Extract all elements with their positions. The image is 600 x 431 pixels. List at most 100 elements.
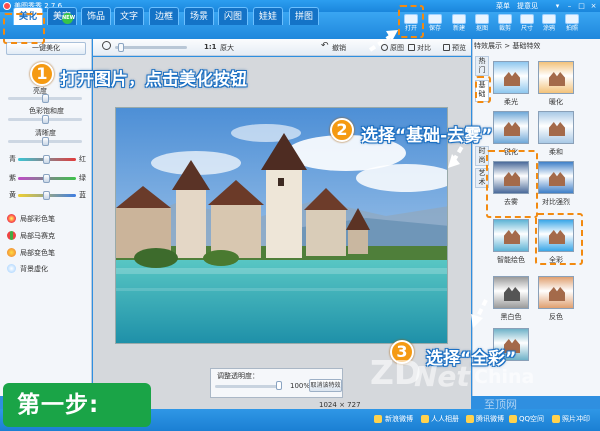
app-logo-icon bbox=[3, 2, 11, 10]
effect-label: 智能绘色 bbox=[497, 256, 525, 264]
original-size-button[interactable]: 原大 bbox=[220, 43, 234, 53]
renren-icon bbox=[421, 415, 429, 423]
effect-black-white[interactable] bbox=[493, 276, 529, 309]
effect-high-contrast[interactable] bbox=[538, 161, 574, 194]
sharpness-slider[interactable] bbox=[8, 137, 82, 146]
transparency-slider[interactable] bbox=[215, 385, 281, 388]
transparency-label: 调整透明度： bbox=[217, 372, 259, 380]
minimize-icon[interactable]: – bbox=[565, 2, 574, 10]
slider-knob[interactable] bbox=[43, 174, 50, 183]
maximize-icon[interactable]: □ bbox=[577, 2, 586, 10]
effect-invert[interactable] bbox=[538, 276, 574, 309]
thumb-castle-icon bbox=[549, 122, 565, 136]
watermark-china: China bbox=[474, 366, 535, 388]
thumb-castle-icon bbox=[504, 230, 520, 244]
local-color-pen[interactable]: 局部彩色笔 bbox=[20, 214, 55, 224]
save-icon bbox=[428, 14, 442, 24]
slider-knob[interactable] bbox=[42, 137, 49, 146]
yellow-label: 黄 bbox=[9, 191, 16, 199]
undo-icon: ↶ bbox=[321, 41, 329, 51]
compare-button[interactable]: 对比 bbox=[417, 43, 431, 53]
camera-icon bbox=[565, 14, 579, 24]
camera-button[interactable]: 拍照 bbox=[561, 13, 583, 37]
background-blur[interactable]: 背景虚化 bbox=[20, 264, 48, 274]
show-original-button[interactable]: 原图 bbox=[390, 43, 404, 53]
effect-label: 暖化 bbox=[549, 98, 563, 106]
zoom-slider[interactable] bbox=[115, 46, 187, 49]
thumb-castle-icon bbox=[549, 72, 565, 86]
share-qzone[interactable]: QQ空间 bbox=[519, 414, 544, 424]
feedback-button[interactable]: 提意见 bbox=[517, 1, 538, 11]
effect-sharpen[interactable] bbox=[493, 111, 529, 144]
close-icon[interactable]: × bbox=[589, 2, 598, 10]
effect-smart-color[interactable] bbox=[493, 219, 529, 252]
slider-knob[interactable] bbox=[43, 191, 50, 200]
cancel-effect-button[interactable]: 取消该特效 bbox=[309, 379, 342, 392]
new-icon bbox=[452, 14, 466, 24]
crop-button[interactable]: 裁剪 bbox=[494, 13, 516, 37]
effect-label: 柔和 bbox=[549, 148, 563, 156]
brightness-slider[interactable] bbox=[8, 94, 82, 103]
menu-button[interactable]: 菜单 bbox=[496, 1, 510, 11]
highlight-open-button bbox=[398, 5, 424, 38]
magenta-green-slider[interactable] bbox=[18, 174, 76, 183]
share-sina-weibo[interactable]: 新浪微博 bbox=[385, 414, 413, 424]
new-button[interactable]: 新建 bbox=[448, 13, 470, 37]
tab-accessories[interactable]: 饰品 bbox=[81, 7, 111, 25]
share-renren[interactable]: 人人相册 bbox=[431, 414, 459, 424]
tab-flash[interactable]: 闪图 bbox=[218, 7, 248, 25]
magenta-label: 紫 bbox=[9, 174, 16, 182]
local-mosaic[interactable]: 局部马赛克 bbox=[20, 231, 55, 241]
effect-label: 对比强烈 bbox=[542, 198, 570, 206]
step2-number: 2 bbox=[330, 118, 354, 142]
step-badge: 第一步: bbox=[3, 383, 151, 427]
thumb-castle-icon bbox=[504, 287, 520, 301]
tab-frame[interactable]: 边框 bbox=[149, 7, 179, 25]
slider-knob[interactable] bbox=[43, 155, 50, 164]
cyan-label: 青 bbox=[9, 155, 16, 163]
resize-button[interactable]: 尺寸 bbox=[516, 13, 538, 37]
undo-button[interactable]: 撤销 bbox=[332, 43, 346, 53]
skin-icon[interactable]: ▾ bbox=[553, 2, 562, 10]
preview-button[interactable]: 预览 bbox=[452, 43, 466, 53]
effect-warm[interactable] bbox=[538, 61, 574, 94]
qzone-icon bbox=[509, 415, 517, 423]
effects-breadcrumb: 特效展示 > 基础特效 bbox=[474, 42, 541, 50]
preview-icon bbox=[443, 44, 450, 51]
thumb-castle-icon bbox=[504, 122, 520, 136]
zoom-icon bbox=[102, 41, 111, 50]
share-tencent-weibo[interactable]: 腾讯微博 bbox=[476, 414, 504, 424]
tab-doll[interactable]: 娃娃 bbox=[253, 7, 283, 25]
transparency-value: 100% bbox=[290, 382, 311, 390]
tab-scene[interactable]: 场景 bbox=[184, 7, 214, 25]
weibo-icon bbox=[374, 415, 382, 423]
transparency-slider-knob[interactable] bbox=[276, 381, 282, 390]
effect-soften[interactable] bbox=[538, 111, 574, 144]
watermark-net: Net bbox=[414, 360, 470, 393]
crop-icon bbox=[498, 14, 512, 24]
saturation-slider[interactable] bbox=[8, 115, 82, 124]
image-width: 1024 bbox=[319, 401, 337, 409]
zoom-ratio[interactable]: 1:1 bbox=[204, 43, 217, 51]
tab-popular[interactable]: 热门 bbox=[475, 56, 489, 76]
tab-collage[interactable]: 拼图 bbox=[289, 7, 319, 25]
highlight-dehaze-effect bbox=[486, 150, 538, 218]
save-button[interactable]: 保存 bbox=[424, 13, 446, 37]
watermark-cn: 至顶网 bbox=[484, 398, 517, 411]
effect-soft-light[interactable] bbox=[493, 61, 529, 94]
highlight-beautify-tab bbox=[3, 13, 45, 44]
print-icon bbox=[552, 415, 560, 423]
local-recolor-pen[interactable]: 局部变色笔 bbox=[20, 248, 55, 258]
thumb-castle-icon bbox=[549, 172, 565, 186]
mosaic-icon bbox=[7, 231, 16, 240]
cutout-button[interactable]: 抠图 bbox=[471, 13, 493, 37]
cyan-red-slider[interactable] bbox=[18, 155, 76, 164]
slider-knob[interactable] bbox=[42, 94, 49, 103]
zoom-slider-knob[interactable] bbox=[118, 43, 124, 52]
slider-knob[interactable] bbox=[42, 115, 49, 124]
yellow-blue-slider[interactable] bbox=[18, 191, 76, 200]
doodle-button[interactable]: 涂鸦 bbox=[538, 13, 560, 37]
highlight-fullcolor-effect bbox=[535, 213, 583, 265]
photo-print[interactable]: 照片冲印 bbox=[562, 414, 590, 424]
tab-text[interactable]: 文字 bbox=[114, 7, 144, 25]
